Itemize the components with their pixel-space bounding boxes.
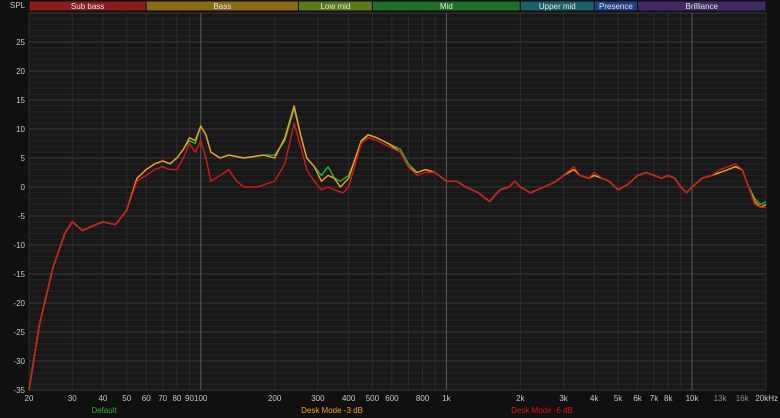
x-tick-label: 7k bbox=[650, 394, 659, 403]
plot-area bbox=[29, 13, 766, 390]
legend-entry-desk-mode-3-db: Desk Mode -3 dB bbox=[301, 406, 363, 415]
band-label-brilliance: Brilliance bbox=[686, 2, 719, 11]
grid bbox=[28, 12, 767, 391]
x-tick-label: 20kHz bbox=[755, 394, 778, 403]
y-tick-label: 0 bbox=[21, 183, 26, 192]
x-tick-label: 16k bbox=[736, 394, 750, 403]
y-axis-label: SPL bbox=[10, 1, 26, 10]
y-tick-label: -20 bbox=[13, 299, 25, 308]
x-tick-label: 300 bbox=[311, 394, 325, 403]
band-label-mid: Mid bbox=[440, 2, 453, 11]
legend-entry-desk-mode-6-db: Desk Mode -6 dB bbox=[511, 406, 573, 415]
x-tick-label: 30 bbox=[68, 394, 77, 403]
x-tick-label: 800 bbox=[416, 394, 430, 403]
x-tick-label: 13k bbox=[714, 394, 728, 403]
y-tick-label: -10 bbox=[13, 241, 25, 250]
y-tick-label: -30 bbox=[13, 357, 25, 366]
band-label-sub-bass: Sub bass bbox=[71, 2, 104, 11]
x-tick-label: 70 bbox=[158, 394, 167, 403]
y-tick-label: -15 bbox=[13, 270, 25, 279]
x-tick-label: 50 bbox=[122, 394, 131, 403]
x-tick-label: 8k bbox=[664, 394, 673, 403]
x-tick-label: 5k bbox=[614, 394, 623, 403]
band-label-presence: Presence bbox=[599, 2, 633, 11]
y-tick-label: 25 bbox=[16, 38, 25, 47]
y-tick-label: 15 bbox=[16, 96, 25, 105]
x-tick-label: 100 bbox=[194, 394, 208, 403]
band-label-bass: Bass bbox=[213, 2, 231, 11]
x-tick-label: 3k bbox=[559, 394, 568, 403]
y-tick-label: 20 bbox=[16, 67, 25, 76]
x-tick-label: 60 bbox=[142, 394, 151, 403]
y-tick-label: 5 bbox=[21, 154, 26, 163]
x-tick-label: 600 bbox=[385, 394, 399, 403]
x-tick-label: 6k bbox=[633, 394, 642, 403]
band-label-low-mid: Low mid bbox=[321, 2, 351, 11]
y-tick-label: -5 bbox=[18, 212, 26, 221]
x-tick-label: 1k bbox=[442, 394, 451, 403]
x-tick-label: 40 bbox=[98, 394, 107, 403]
frequency-response-chart: Sub bass Bass Low mid Mid Upper mid Presence B… bbox=[0, 0, 780, 418]
y-tick-label: -25 bbox=[13, 328, 25, 337]
x-tick-label: 20 bbox=[25, 394, 34, 403]
band-label-upper-mid: Upper mid bbox=[539, 2, 576, 11]
x-tick-label: 2k bbox=[516, 394, 525, 403]
x-tick-label: 80 bbox=[172, 394, 181, 403]
x-tick-label: 400 bbox=[342, 394, 356, 403]
frequency-band-bar: Sub bass Bass Low mid Mid Upper mid Presence B… bbox=[28, 0, 767, 12]
x-tick-label: 4k bbox=[590, 394, 599, 403]
x-tick-label: 10k bbox=[686, 394, 700, 403]
x-tick-label: 200 bbox=[268, 394, 282, 403]
x-tick-label: 500 bbox=[366, 394, 380, 403]
y-tick-label: 10 bbox=[16, 125, 25, 134]
legend-entry-default: Default bbox=[91, 406, 117, 415]
